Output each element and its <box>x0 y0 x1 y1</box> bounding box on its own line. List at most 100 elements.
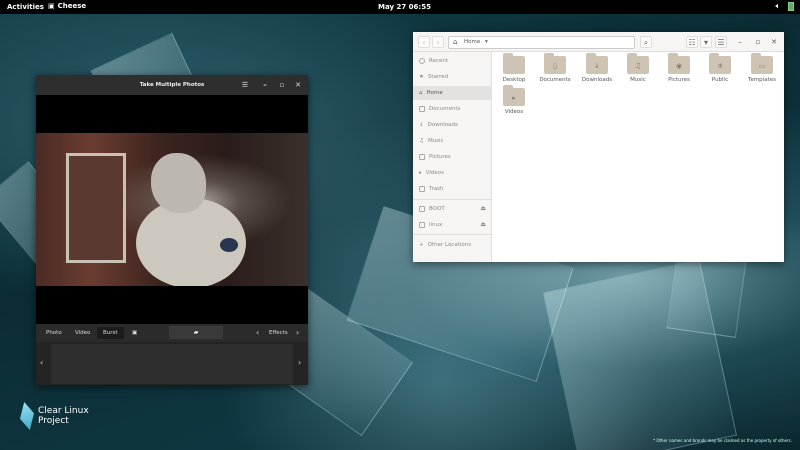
folder-label: Downloads <box>581 77 613 83</box>
app-menu[interactable]: ▣ Cheese <box>48 2 86 10</box>
close-icon[interactable]: ✕ <box>293 80 303 90</box>
effects-prev-icon[interactable]: ‹ <box>256 328 259 337</box>
sidebar-item-boot[interactable]: BOOT ⏏ <box>413 202 492 216</box>
eject-icon[interactable]: ⏏ <box>480 202 486 216</box>
picture-icon <box>419 154 425 160</box>
trash-icon <box>419 186 425 192</box>
activities-button[interactable]: Activities <box>7 3 44 11</box>
cheese-headerbar: Take Multiple Photos ☰ – ▫ ✕ <box>36 75 308 95</box>
mode-burst-button[interactable]: Burst <box>97 327 124 339</box>
effects-next-icon[interactable]: › <box>296 328 299 337</box>
preview-door <box>66 153 126 263</box>
folder-label: Desktop <box>502 77 526 83</box>
close-icon[interactable]: ✕ <box>769 37 779 47</box>
sidebar-separator <box>413 199 492 200</box>
folder-documents-icon: ▯ <box>544 53 566 74</box>
folder-desktop[interactable]: Desktop <box>496 53 532 83</box>
folder-documents[interactable]: ▯ Documents <box>537 53 573 83</box>
folder-public-icon: ⋔ <box>709 53 731 74</box>
location-bar[interactable]: ⌂ Home ▾ <box>448 36 635 49</box>
sidebar-item-label: Recent <box>429 58 449 64</box>
sidebar-item-home[interactable]: ⌂ Home <box>413 86 492 100</box>
drive-icon <box>419 206 425 212</box>
sidebar-item-music[interactable]: ♫ Music <box>413 134 492 148</box>
music-icon: ♫ <box>419 138 424 144</box>
sidebar-item-starred[interactable]: ★ Starred <box>413 70 492 84</box>
video-icon: ▸ <box>419 170 422 176</box>
clear-linux-logo: Clear Linux Project <box>20 402 89 430</box>
minimize-icon[interactable]: – <box>260 80 270 90</box>
sidebar-item-label: Starred <box>427 74 449 80</box>
thumbnails-next-icon[interactable]: › <box>298 358 301 367</box>
app-menu-label: Cheese <box>57 2 87 10</box>
document-icon <box>419 106 425 112</box>
mode-photo-button[interactable]: Photo <box>40 327 68 339</box>
folder-label: Music <box>630 77 646 83</box>
drive-icon <box>419 222 425 228</box>
folder-music-icon: ♫ <box>627 53 649 74</box>
view-options-icon[interactable]: ▾ <box>700 36 712 48</box>
sidebar-item-label: linux <box>429 222 443 228</box>
files-window: ‹ › ⌂ Home ▾ ⌕ ☷ ▾ ☰ – ▫ ✕ Recent ★ Star… <box>413 32 784 262</box>
folder-label: Videos <box>504 109 524 115</box>
folder-pictures-icon: ◉ <box>668 53 690 74</box>
view-toggle-icon[interactable]: ☷ <box>686 36 698 48</box>
sidebar-item-documents[interactable]: Documents <box>413 102 492 116</box>
folder-icon <box>503 53 525 74</box>
sidebar-separator <box>413 234 492 235</box>
thumbnail-area[interactable] <box>51 344 293 384</box>
thumbnail-strip: ‹ › <box>36 342 308 385</box>
minimize-icon[interactable]: – <box>735 37 745 47</box>
clock-icon <box>419 58 425 64</box>
maximize-icon[interactable]: ▫ <box>753 37 763 47</box>
back-icon[interactable]: ‹ <box>418 36 430 48</box>
sidebar-item-label: Music <box>427 138 444 144</box>
home-path-icon: ⌂ <box>453 38 458 46</box>
system-tray[interactable]: 🔈︎ <box>776 2 794 11</box>
clear-linux-mark-icon <box>20 402 34 430</box>
forward-icon[interactable]: › <box>432 36 444 48</box>
home-icon: ⌂ <box>419 90 423 96</box>
sidebar-item-label: BOOT <box>429 206 445 212</box>
eject-icon[interactable]: ⏏ <box>480 218 486 232</box>
folder-music[interactable]: ♫ Music <box>620 53 656 83</box>
sidebar-item-recent[interactable]: Recent <box>413 54 492 68</box>
path-dropdown-icon[interactable]: ▾ <box>485 37 488 48</box>
volume-icon: 🔈︎ <box>775 2 780 10</box>
folder-videos-icon: ▸ <box>503 85 525 106</box>
sidebar-item-other-locations[interactable]: + Other Locations <box>413 238 492 252</box>
folder-templates-icon: ▭ <box>751 53 773 74</box>
sidebar-item-videos[interactable]: ▸ Videos <box>413 166 492 180</box>
thumbnails-prev-icon[interactable]: ‹ <box>40 358 43 367</box>
menu-icon[interactable]: ☰ <box>715 36 727 48</box>
sidebar-item-downloads[interactable]: ↓ Downloads <box>413 118 492 132</box>
mode-video-button[interactable]: Video <box>69 327 96 339</box>
star-icon: ★ <box>419 74 424 80</box>
folder-videos[interactable]: ▸ Videos <box>496 85 532 115</box>
maximize-icon[interactable]: ▫ <box>277 80 287 90</box>
sidebar-item-label: Other Locations <box>427 242 472 248</box>
sidebar-item-trash[interactable]: Trash <box>413 182 492 196</box>
cheese-toolbar: Photo Video Burst ▣ ▰ ‹ Effects › <box>36 324 308 342</box>
sidebar-item-label: Videos <box>425 170 445 176</box>
clock[interactable]: May 27 06:55 <box>378 3 431 11</box>
take-photo-button[interactable]: ▰ <box>169 326 223 339</box>
search-icon[interactable]: ⌕ <box>640 36 652 48</box>
sidebar-item-label: Downloads <box>427 122 458 128</box>
path-home-label[interactable]: Home <box>464 37 480 48</box>
folder-public[interactable]: ⋔ Public <box>702 53 738 83</box>
hamburger-menu-icon[interactable]: ☰ <box>240 80 250 90</box>
folder-label: Public <box>711 77 729 83</box>
cheese-window: Take Multiple Photos ☰ – ▫ ✕ Photo Video… <box>36 75 308 385</box>
logo-line1: Clear Linux <box>38 406 89 416</box>
folder-downloads[interactable]: ↓ Downloads <box>579 53 615 83</box>
effects-button[interactable]: Effects <box>269 330 288 336</box>
preview-bear-eye <box>220 238 238 252</box>
sidebar-item-pictures[interactable]: Pictures <box>413 150 492 164</box>
folder-label: Templates <box>748 77 776 83</box>
folder-pictures[interactable]: ◉ Pictures <box>661 53 697 83</box>
fullscreen-icon[interactable]: ▣ <box>126 327 143 339</box>
folder-templates[interactable]: ▭ Templates <box>744 53 780 83</box>
folder-downloads-icon: ↓ <box>586 53 608 74</box>
sidebar-item-linux[interactable]: linux ⏏ <box>413 218 492 232</box>
